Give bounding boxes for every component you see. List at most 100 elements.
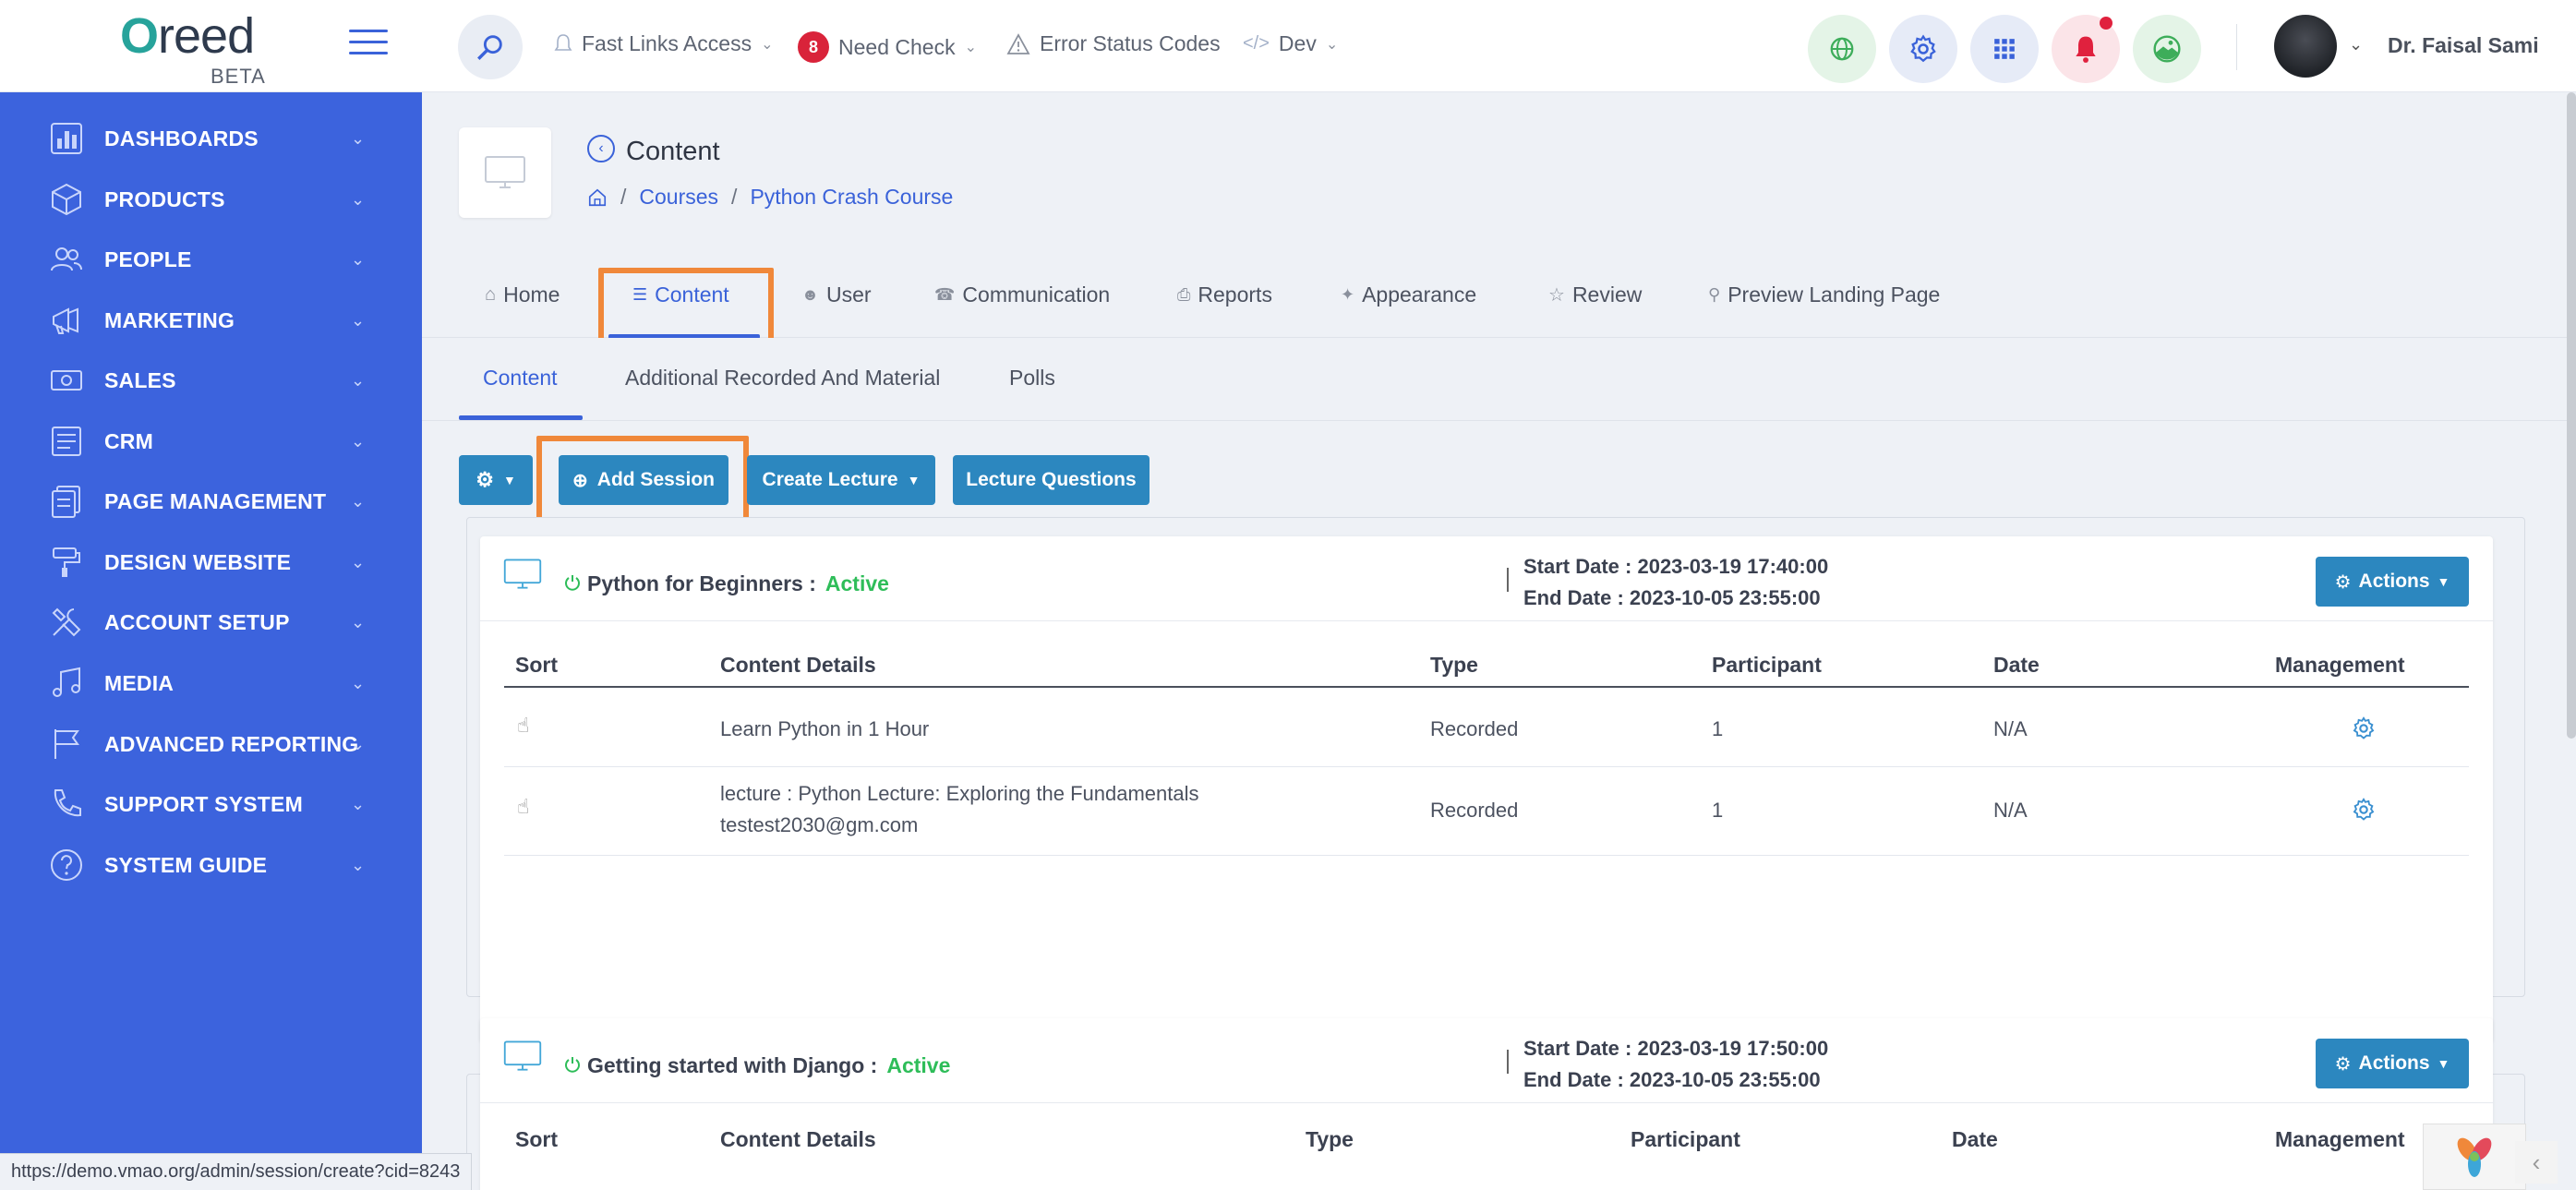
bell-icon (2076, 36, 2096, 63)
column-header-participant: Participant (1631, 1127, 1740, 1151)
tab-label: Review (1571, 282, 1643, 307)
subtab-polls[interactable]: Polls (1009, 366, 1055, 391)
tab-home[interactable]: ⌂ Home (485, 282, 560, 307)
sidebar-item-crm[interactable]: CRM ⌄ (0, 415, 422, 467)
fast-links-menu[interactable]: Fast Links Access ⌄ (554, 31, 773, 56)
gear-icon: ⚙ (475, 468, 494, 491)
gear-icon[interactable] (2351, 797, 2377, 823)
back-button[interactable]: ‹ (587, 135, 615, 162)
sidebar-item-label: MARKETING (104, 307, 235, 332)
need-check-menu[interactable]: 8 Need Check ⌄ (798, 31, 977, 63)
page-icon (459, 127, 551, 218)
drag-handle-icon[interactable]: ☝ (517, 795, 529, 819)
error-status-codes-link[interactable]: Error Status Codes (1006, 31, 1221, 56)
session-title-text: Python for Beginners : (587, 571, 816, 595)
chevron-down-icon: ⌄ (964, 40, 977, 55)
subtab-additional-recorded[interactable]: Additional Recorded And Material (625, 366, 940, 391)
apps-button[interactable] (1970, 15, 2039, 83)
settings-button[interactable] (1889, 15, 1957, 83)
sidebar-item-label: CRM (104, 428, 153, 453)
session-dates: Start Date : 2023-03-19 17:50:00 End Dat… (1523, 1033, 1828, 1096)
search-button[interactable] (458, 15, 523, 79)
tab-reports[interactable]: ⎙ Reports (1177, 282, 1272, 307)
logo[interactable]: Oreed BETA (113, 7, 279, 88)
menu-toggle-icon[interactable] (349, 30, 388, 61)
monitor-icon (503, 1040, 542, 1071)
tab-preview-landing-page[interactable]: ⚲ Preview Landing Page (1708, 282, 1940, 307)
actions-button[interactable]: ⚙ Actions ▼ (2316, 557, 2469, 607)
actions-label: Actions (2358, 571, 2430, 592)
beta-label: BETA (211, 65, 266, 88)
tab-label: Reports (1198, 282, 1272, 307)
sidebar-item-marketing[interactable]: MARKETING ⌄ (0, 294, 422, 346)
sidebar-item-label: ACCOUNT SETUP (104, 609, 290, 634)
main-content: ‹ Content / Courses / Python Crash Cours… (422, 92, 2576, 1190)
sidebar-item-account-setup[interactable]: ACCOUNT SETUP ⌄ (0, 596, 422, 648)
sidebar-item-dashboards[interactable]: DASHBOARDS ⌄ (0, 113, 422, 164)
paint-roller-icon (53, 547, 80, 577)
code-icon: </> (1243, 33, 1270, 54)
lecture-questions-button[interactable]: Lecture Questions (953, 455, 1150, 505)
sidebar-item-products[interactable]: PRODUCTS ⌄ (0, 174, 422, 225)
sidebar-item-media[interactable]: MEDIA ⌄ (0, 657, 422, 709)
column-header-type: Type (1306, 1127, 1354, 1151)
chevron-down-icon: ⌄ (351, 794, 366, 813)
dev-menu[interactable]: </> Dev ⌄ (1243, 31, 1338, 56)
home-icon[interactable] (587, 187, 608, 208)
tab-communication[interactable]: ☎ Communication (934, 282, 1110, 307)
error-status-label: Error Status Codes (1040, 31, 1221, 55)
column-header-sort: Sort (515, 1127, 558, 1151)
user-name[interactable]: Dr. Faisal Sami (2388, 33, 2539, 58)
sidebar-item-support-system[interactable]: SUPPORT SYSTEM ⌄ (0, 778, 422, 830)
settings-dropdown-button[interactable]: ⚙ ▼ (459, 455, 533, 505)
notification-dot (2100, 17, 2113, 30)
language-button[interactable] (1808, 15, 1876, 83)
breadcrumb-course-link[interactable]: Python Crash Course (750, 185, 953, 210)
help-widget[interactable] (2423, 1124, 2526, 1190)
date-separator (1507, 568, 1509, 592)
tab-label: Home (503, 282, 560, 307)
sidebar-item-advanced-reporting[interactable]: ADVANCED REPORTING ⌄ (0, 718, 422, 770)
content-date: N/A (1993, 717, 2028, 740)
create-lecture-button[interactable]: Create Lecture ▼ (747, 455, 935, 505)
sidebar-item-page-management[interactable]: PAGE MANAGEMENT ⌄ (0, 475, 422, 527)
tools-icon (52, 607, 81, 637)
course-tabs: ⌂ Home ☰ Content ☻ User ☎ Communication ⎙ Rep… (422, 255, 2576, 338)
music-icon (53, 667, 80, 697)
status-button[interactable] (2133, 15, 2201, 83)
notifications-button[interactable] (2052, 15, 2120, 83)
sidebar-item-people[interactable]: PEOPLE ⌄ (0, 234, 422, 285)
tab-review[interactable]: ☆ Review (1548, 282, 1642, 307)
sidebar-item-sales[interactable]: SALES ⌄ (0, 355, 422, 406)
subtab-content[interactable]: Content (483, 366, 558, 391)
column-header-sort: Sort (515, 653, 558, 677)
column-header-content-details: Content Details (720, 653, 876, 677)
drag-handle-icon[interactable]: ☝ (517, 714, 529, 738)
layers-icon: ☰ (632, 285, 648, 304)
tab-user[interactable]: ☻ User (801, 282, 872, 307)
page-scrollbar[interactable] (2567, 92, 2576, 739)
lecture-questions-label: Lecture Questions (966, 469, 1137, 490)
sidebar-item-system-guide[interactable]: SYSTEM GUIDE ⌄ (0, 839, 422, 891)
people-icon (51, 247, 82, 271)
page-header: ‹ Content / Courses / Python Crash Cours… (422, 92, 2576, 255)
breadcrumb-courses-link[interactable]: Courses (639, 185, 718, 210)
gear-icon: ⚙ (2334, 571, 2352, 593)
actions-button[interactable]: ⚙ Actions ▼ (2316, 1039, 2469, 1088)
chevron-down-icon[interactable]: ⌄ (2349, 35, 2363, 54)
tab-content[interactable]: ☰ Content (632, 282, 729, 307)
monitor-icon (485, 156, 525, 188)
sidebar-item-design-website[interactable]: DESIGN WEBSITE ⌄ (0, 536, 422, 588)
create-lecture-label: Create Lecture (762, 469, 898, 490)
flower-logo-icon (2457, 1137, 2492, 1177)
tab-appearance[interactable]: ✦ Appearance (1341, 282, 1476, 307)
sidebar-item-label: SALES (104, 367, 176, 392)
chevron-left-icon[interactable]: ‹ (2515, 1141, 2558, 1184)
globe-icon (1830, 37, 1854, 61)
warning-icon (1006, 32, 1030, 54)
gear-icon[interactable] (2351, 715, 2377, 741)
avatar[interactable] (2274, 15, 2337, 78)
add-session-button[interactable]: ⊕ Add Session (559, 455, 728, 505)
crm-icon (52, 427, 81, 456)
column-header-management: Management (2275, 1127, 2405, 1151)
